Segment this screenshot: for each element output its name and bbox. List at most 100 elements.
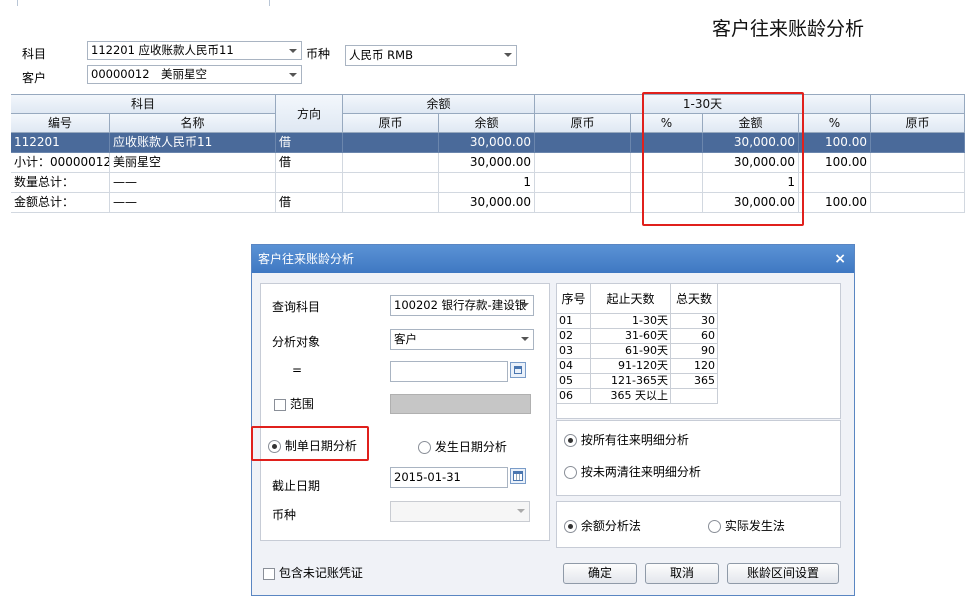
cell-empty [535,153,631,173]
cell-empty [343,173,439,193]
all-detail-label: 按所有往来明细分析 [580,433,689,447]
dialog-title: 客户往来账龄分析 [252,245,854,273]
interval-cell[interactable]: 02 [557,329,591,344]
interval-cell[interactable]: 06 [557,389,591,404]
interval-cell[interactable]: 01 [557,314,591,329]
cell-empty [535,173,631,193]
interval-cell[interactable]: 60 [671,329,718,344]
header-next-bucket [871,95,965,114]
query-subject-label: 查询科目 [272,300,321,314]
analysis-target-value: 客户 [394,332,417,346]
include-unposted-label: 包含未记账凭证 [278,566,363,580]
cell-dir: 借 [276,153,343,173]
interval-cell[interactable]: 90 [671,344,718,359]
close-icon[interactable]: × [834,245,846,273]
chevron-down-icon [504,53,512,57]
interval-cell[interactable]: 04 [557,359,591,374]
actual-method-label: 实际发生法 [724,519,785,533]
cell-name: —— [110,193,276,213]
aging-grid: 科目 编号 名称 方向 余额 原币 余额 1-30天 原币 % 金额 % 原币 … [11,94,965,214]
cutoff-date-label: 截止日期 [272,479,321,493]
chevron-down-icon [521,337,529,341]
subject-select[interactable]: 112201 应收账款人民币11 [87,41,302,60]
cutoff-date-input[interactable]: 2015-01-31 [390,467,508,488]
interval-cell[interactable]: 31-60天 [591,329,671,344]
chevron-down-icon [289,49,297,53]
cell-empty [871,153,965,173]
equals-sign: = [292,363,303,377]
interval-cell[interactable]: 121-365天 [591,374,671,389]
cancel-button[interactable]: 取消 [645,563,719,584]
currency-select[interactable]: 人民币 RMB [345,45,517,66]
highlight-doc-date [251,426,369,461]
report-title: 客户往来账龄分析 [712,18,865,40]
range-input-disabled [390,394,531,414]
interval-cell[interactable]: 61-90天 [591,344,671,359]
cell-empty [343,133,439,153]
all-detail-radio[interactable] [564,434,577,447]
interval-cell[interactable]: 365 天以上 [591,389,671,404]
cell-name: 美丽星空 [110,153,276,173]
interval-cell[interactable]: 05 [557,374,591,389]
balance-method-label: 余额分析法 [580,519,641,533]
actual-method-radio[interactable] [708,520,721,533]
range-checkbox[interactable] [274,398,286,411]
cell-dir: 借 [276,133,343,153]
interval-cell[interactable] [671,389,718,404]
cell-pct: 100.00 [799,193,871,213]
chevron-down-icon [521,303,529,307]
cell-empty [871,173,965,193]
cell-bal: 30,000.00 [439,133,535,153]
cell-code: 金额总计： [11,193,110,213]
cell-pct: 100.00 [799,153,871,173]
header-orig-currency: 原币 [343,114,439,133]
analysis-target-select[interactable]: 客户 [390,329,534,350]
table-picker-icon[interactable] [510,362,526,378]
cell-name: 应收账款人民币11 [110,133,276,153]
header-orig-currency-2: 原币 [871,114,965,133]
cell-dir: 借 [276,193,343,213]
calendar-icon[interactable] [510,468,526,484]
interval-cell[interactable]: 03 [557,344,591,359]
cell-bal: 1 [439,173,535,193]
include-unposted-checkbox[interactable] [263,567,275,580]
subject-label: 科目 [22,47,47,61]
chevron-down-icon [289,73,297,77]
interval-header: 总天数 [671,284,718,314]
highlight-bucket-column [642,92,804,226]
dialog-currency-label: 币种 [272,508,297,522]
ok-button[interactable]: 确定 [563,563,637,584]
header-balance: 余额 [343,95,535,114]
cell-code: 112201 [11,133,110,153]
dialog-currency-select[interactable] [390,501,530,522]
cell-bal: 30,000.00 [439,153,535,173]
interval-header: 序号 [557,284,591,314]
customer-value: 00000012 美丽星空 [91,67,208,81]
interval-cell[interactable]: 91-120天 [591,359,671,374]
unsettled-radio[interactable] [564,466,577,479]
balance-method-radio[interactable] [564,520,577,533]
interval-cell[interactable]: 1-30天 [591,314,671,329]
header-name: 名称 [110,114,276,133]
interval-cell[interactable]: 30 [671,314,718,329]
interval-setup-button[interactable]: 账龄区间设置 [727,563,839,584]
interval-cell[interactable]: 120 [671,359,718,374]
range-label: 范围 [289,397,314,411]
query-subject-select[interactable]: 100202 银行存款-建设银 [390,295,534,316]
target-value-input[interactable] [390,361,508,382]
cell-empty [871,133,965,153]
top-toolbar-strip [0,0,965,6]
cutoff-date-value: 2015-01-31 [394,470,461,484]
header-balance-amount: 余额 [439,114,535,133]
customer-select[interactable]: 00000012 美丽星空 [87,65,302,84]
cell-pct [799,173,871,193]
cell-empty [343,153,439,173]
occur-date-radio[interactable] [418,441,431,454]
aging-analysis-dialog: 客户往来账龄分析 × 查询科目 100202 银行存款-建设银 分析对象 客户 … [251,244,855,596]
currency-label: 币种 [306,47,331,61]
cell-bal: 30,000.00 [439,193,535,213]
cell-pct: 100.00 [799,133,871,153]
interval-cell[interactable]: 365 [671,374,718,389]
interval-table: 序号 起止天数 总天数 01 1-30天 30 02 31-60天 60 03 61-90天 90 04… [556,283,841,419]
cell-empty [343,193,439,213]
